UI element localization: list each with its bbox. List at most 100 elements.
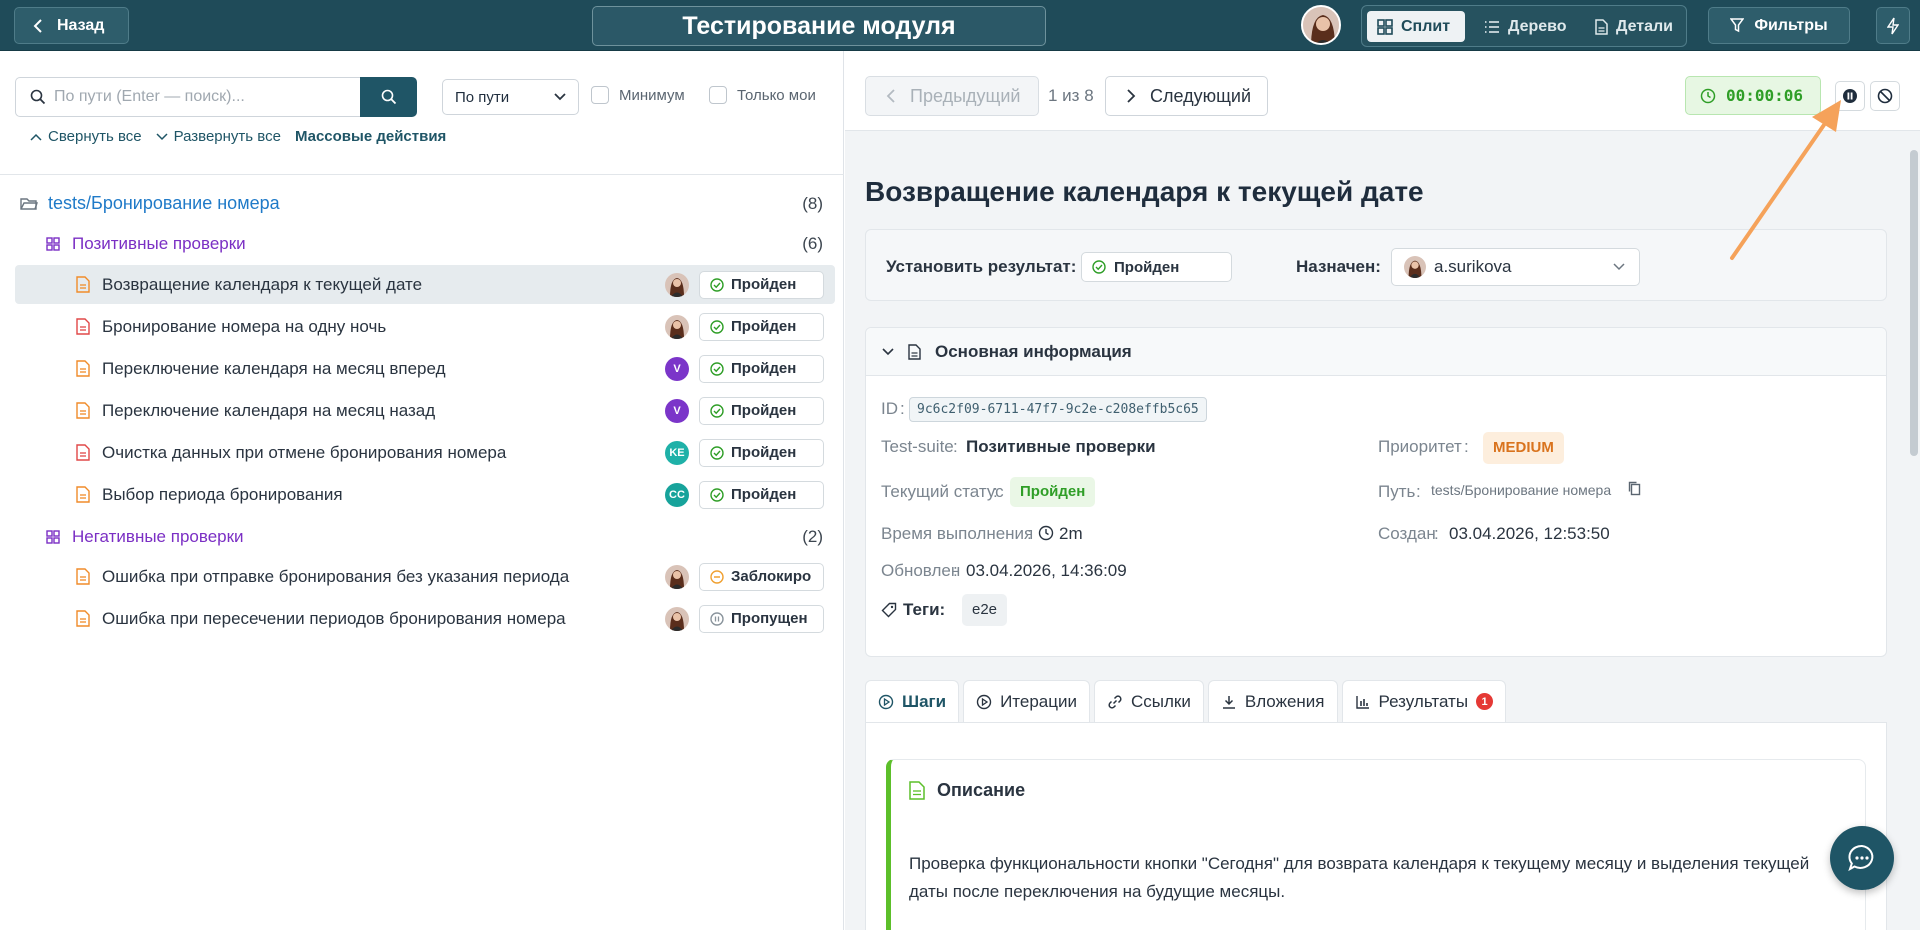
status-badge[interactable]: Пропущен [699,604,824,633]
id-value[interactable]: 9c6c2f09-6711-47f7-9c2e-c208effb5c65 [909,397,1207,422]
case-name: Ошибка при пересечении периодов брониров… [102,608,566,628]
previous-button[interactable]: Предыдущий [865,76,1039,116]
list-icon [1485,20,1499,33]
group-row[interactable]: Негативные проверки (2) [15,517,835,556]
case-row[interactable]: Очистка данных при отмене бронирования н… [15,433,835,472]
status-label: Пройден [731,318,797,335]
grid-icon [46,529,60,544]
check-circle-icon [710,445,724,460]
main-info-card: Основная информация ID : 9c6c2f09-6711-4… [865,327,1887,657]
status-label: Пройден [731,444,797,461]
status-badge[interactable]: Пройден [699,480,824,509]
user-avatar[interactable] [1301,5,1341,45]
tab-iterations[interactable]: Итерации [963,680,1090,722]
description-title: Описание [937,780,1026,800]
play-circle-icon [976,694,992,709]
minimum-label: Минимум [619,86,685,104]
view-tree-button[interactable]: Дерево [1474,11,1577,42]
collapse-all-link[interactable]: Свернуть все [30,128,142,145]
description-card: Описание Проверка функциональности кнопк… [886,759,1866,930]
status-badge[interactable]: Пройден [699,312,824,341]
tab-attachments[interactable]: Вложения [1207,680,1338,722]
group-count: (2) [802,526,823,546]
chat-button[interactable] [1830,826,1894,890]
status-badge[interactable]: Пройден [699,396,824,425]
avatar [665,564,689,589]
view-details-button[interactable]: Детали [1584,11,1683,42]
case-row[interactable]: Бронирование номера на одну ночь Пройден [15,307,835,346]
pause-timer-button[interactable] [1835,81,1865,111]
tab-results[interactable]: Результаты 1 [1341,680,1507,722]
status-label: Текущий статус [881,482,1004,501]
bulk-actions-link[interactable]: Массовые действия [295,128,446,145]
person-photo-icon [670,277,684,297]
expand-all-link[interactable]: Развернуть все [156,128,281,145]
assignee-name: a.surikova [1434,257,1512,276]
search-placeholder: По пути (Enter — поиск)... [54,88,245,105]
group-row[interactable]: Позитивные проверки (6) [15,224,835,263]
only-mine-label: Только мои [737,86,816,104]
next-label: Следующий [1150,85,1252,106]
case-row[interactable]: Ошибка при пересечении периодов брониров… [15,599,835,638]
set-result-label: Установить результат: [886,257,1077,276]
case-row[interactable]: Переключение календаря на месяц вперед V… [15,349,835,388]
filters-label: Фильтры [1754,16,1828,34]
next-button[interactable]: Следующий [1105,76,1268,116]
status-badge[interactable]: Заблокиро [699,562,824,591]
view-mode-group: Сплит Дерево Детали [1361,5,1687,47]
status-badge[interactable]: Пройден [699,438,824,467]
main-info-header[interactable]: Основная информация [866,328,1886,376]
avatar: V [665,356,689,381]
status-badge[interactable]: Пройден [699,354,824,383]
pause-icon [1843,89,1857,103]
grid-icon [46,236,60,251]
tag-chip[interactable]: e2e [962,594,1008,626]
avatar [665,314,689,339]
colon: : [953,437,958,456]
view-split-button[interactable]: Сплит [1367,11,1465,42]
tab-steps[interactable]: Шаги [865,680,960,722]
case-name: Переключение календаря на месяц назад [102,400,436,420]
quick-actions-button[interactable] [1876,7,1910,44]
search-button[interactable] [360,77,417,117]
case-row[interactable]: Ошибка при отправке бронирования без ука… [15,557,835,596]
result-select[interactable]: Пройден [1081,252,1232,282]
timer-value: 00:00:06 [1726,86,1804,105]
avatar: CC [665,482,689,507]
suite-row[interactable]: tests/Бронирование номера (8) [15,184,835,223]
status-badge[interactable]: Пройден [699,270,824,299]
search-input[interactable]: По пути (Enter — поиск)... [15,77,361,117]
document-icon [909,781,925,800]
copy-icon[interactable] [1628,481,1641,501]
colon: : [1027,524,1032,543]
stop-timer-button[interactable] [1870,81,1900,111]
colon: : [900,399,905,418]
case-row[interactable]: Возвращение календаря к текущей дате Про… [15,265,835,304]
link-icon [1108,694,1122,709]
chevron-down-icon [554,93,566,101]
chevron-left-icon [33,18,42,33]
case-row[interactable]: Выбор периода бронирования CC Пройден [15,475,835,514]
case-row[interactable]: Переключение календаря на месяц назад V … [15,391,835,430]
checkbox-box[interactable] [591,86,609,104]
file-icon [76,276,90,293]
tab-links[interactable]: Ссылки [1094,680,1204,722]
folder-open-icon [20,197,38,210]
status-badge: Пройден [1010,477,1096,507]
scrollbar[interactable] [1910,150,1918,456]
colon: : [1434,524,1439,543]
checkbox-box[interactable] [709,86,727,104]
back-button[interactable]: Назад [14,7,129,44]
colon: : [993,482,998,501]
only-mine-checkbox[interactable]: Только мои [709,86,816,104]
assignee-select[interactable]: a.surikova [1391,248,1640,286]
file-icon [76,568,90,585]
case-navigation: Предыдущий 1 из 8 Следующий 00:00:06 [845,51,1920,131]
avatar [1404,256,1426,278]
minimum-checkbox[interactable]: Минимум [591,86,685,104]
case-title: Возвращение календаря к текущей дате [865,176,1424,207]
group-name: Позитивные проверки [72,233,246,253]
sort-select[interactable]: По пути [442,79,579,115]
file-icon [76,360,90,377]
filters-button[interactable]: Фильтры [1708,7,1850,44]
